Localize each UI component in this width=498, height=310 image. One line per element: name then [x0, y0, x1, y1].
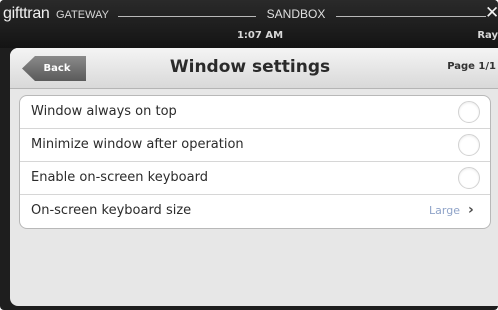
close-icon[interactable]: ✕: [485, 3, 498, 23]
setting-row-minimize-after-operation[interactable]: Minimize window after operation: [20, 129, 490, 162]
setting-label: Window always on top: [31, 104, 177, 119]
setting-row-keyboard-size[interactable]: On-screen keyboard size Large ›: [20, 195, 490, 228]
chevron-right-icon: ›: [468, 202, 474, 218]
title-divider-left: [118, 16, 256, 17]
setting-label: Enable on-screen keyboard: [31, 170, 208, 185]
toggle-always-on-top[interactable]: [458, 101, 480, 123]
back-button[interactable]: Back: [22, 56, 86, 81]
environment-label: SANDBOX: [266, 7, 326, 21]
brand-subtitle: GATEWAY: [55, 9, 109, 21]
keyboard-size-value: Large: [429, 204, 460, 217]
settings-panel: Back Window settings Page 1/1 Window alw…: [10, 48, 498, 306]
title-divider-right: [336, 16, 486, 17]
clock: 1:07 AM: [236, 30, 284, 41]
setting-label: On-screen keyboard size: [31, 203, 192, 218]
page-title: Window settings: [169, 57, 331, 77]
toggle-onscreen-keyboard[interactable]: [458, 167, 480, 189]
app-window: gifttran GATEWAY SANDBOX ✕ 1:07 AM Ray B…: [0, 0, 498, 310]
setting-row-always-on-top[interactable]: Window always on top: [20, 96, 490, 129]
setting-label: Minimize window after operation: [31, 137, 244, 152]
user-name: Ray: [477, 30, 498, 41]
brand-logo: gifttran GATEWAY: [3, 5, 109, 23]
page-header: Back Window settings Page 1/1: [10, 48, 498, 89]
setting-row-onscreen-keyboard[interactable]: Enable on-screen keyboard: [20, 162, 490, 195]
toggle-minimize-after-operation[interactable]: [458, 134, 480, 156]
brand-name: gifttran: [3, 5, 50, 22]
settings-list: Window always on top Minimize window aft…: [19, 95, 491, 229]
page-indicator: Page 1/1: [447, 61, 496, 72]
title-bar: gifttran GATEWAY SANDBOX ✕ 1:07 AM Ray: [0, 0, 498, 48]
